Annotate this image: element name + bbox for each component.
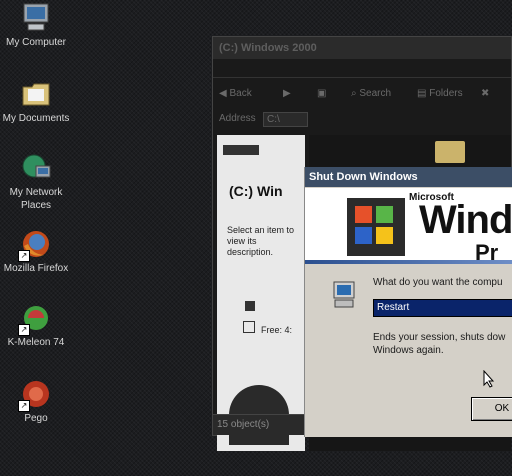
dialog-title-bar[interactable]: Shut Down Windows [305,167,512,187]
my-computer-icon [20,2,52,34]
brand-edition: Pr [475,240,499,260]
pane-header-bar [223,145,259,155]
shortcut-arrow-icon: ↗ [18,324,30,336]
drive-icon [245,301,255,311]
details-pane: (C:) Win Select an item to view its desc… [217,135,305,451]
window-title: (C:) Windows 2000 [219,42,317,54]
desktop-icon-label: My Network Places [9,187,63,211]
shortcut-arrow-icon: ↗ [18,400,30,412]
menu-bar [213,59,511,78]
k-meleon-icon: ↗ [18,302,52,336]
back-arrow-icon: ◀ [219,88,230,99]
status-text: 15 object(s) [217,419,270,430]
shutdown-dialog[interactable]: Shut Down Windows Microsoft Windo Pr Wha… [304,167,512,437]
mouse-cursor-icon [483,370,495,388]
forward-arrow-icon: ▶ [283,88,291,99]
banner-stripe [305,260,512,264]
desktop-icon-label: My Documents [2,113,70,124]
desktop-icon-firefox[interactable]: ↗ Mozilla Firefox [0,228,76,275]
desktop-icon-label: My Computer [5,37,66,48]
desktop-icon-label: Mozilla Firefox [3,263,69,274]
folder-icon[interactable] [435,141,465,163]
shutdown-option-select[interactable]: Restart [373,299,512,317]
desktop-icon-k-meleon[interactable]: ↗ K-Meleon 74 [0,302,76,349]
up-folder-button[interactable]: ▣ [317,86,326,102]
ok-button[interactable]: OK [471,397,512,421]
forward-button[interactable]: ▶ [283,86,291,102]
desktop-icon-label: K-Meleon 74 [7,337,65,348]
desktop-icon-label: Pego [24,413,48,424]
desktop-icon-network-places[interactable]: My Network Places [0,152,76,212]
explorer-title-bar[interactable]: (C:) Windows 2000 [213,37,511,59]
back-button[interactable]: ◀ Back [219,86,252,102]
desktop-icon-my-documents[interactable]: My Documents [0,78,76,125]
folders-button[interactable]: ▤ Folders [417,86,463,102]
computer-icon [331,280,359,310]
firefox-icon: ↗ [18,228,52,262]
history-button[interactable]: ✖ [481,86,489,102]
pane-free-space: Free: 4: [261,325,293,335]
address-label: Address [219,113,256,124]
windows-flag-icon [347,198,405,256]
folder-icon [20,78,52,110]
toolbar: ◀ Back ▶ ▣ ⌕ Search ▤ Folders ✖ [213,83,511,105]
up-folder-icon: ▣ [317,88,327,99]
network-places-icon [20,152,52,184]
folders-icon: ▤ [417,88,430,99]
desktop-icon-my-computer[interactable]: My Computer [0,2,76,49]
pego-icon: ↗ [18,378,52,412]
legend-box-icon [243,321,255,333]
shutdown-question: What do you want the compu [373,277,503,288]
option-description: Ends your session, shuts dow Windows aga… [373,332,506,356]
pane-title: (C:) Win [229,183,283,199]
search-button[interactable]: ⌕ Search [351,86,391,102]
address-field[interactable]: C:\ [263,112,308,127]
pane-description: Select an item to view its description. [227,225,295,257]
dialog-title: Shut Down Windows [309,171,418,183]
address-bar: Address C:\ [213,109,511,129]
brand-windows: Windo [419,198,512,242]
shortcut-arrow-icon: ↗ [18,250,30,262]
history-icon: ✖ [481,88,490,99]
desktop-icon-pego[interactable]: ↗ Pego [0,378,76,425]
windows-banner: Microsoft Windo Pr [305,188,512,260]
